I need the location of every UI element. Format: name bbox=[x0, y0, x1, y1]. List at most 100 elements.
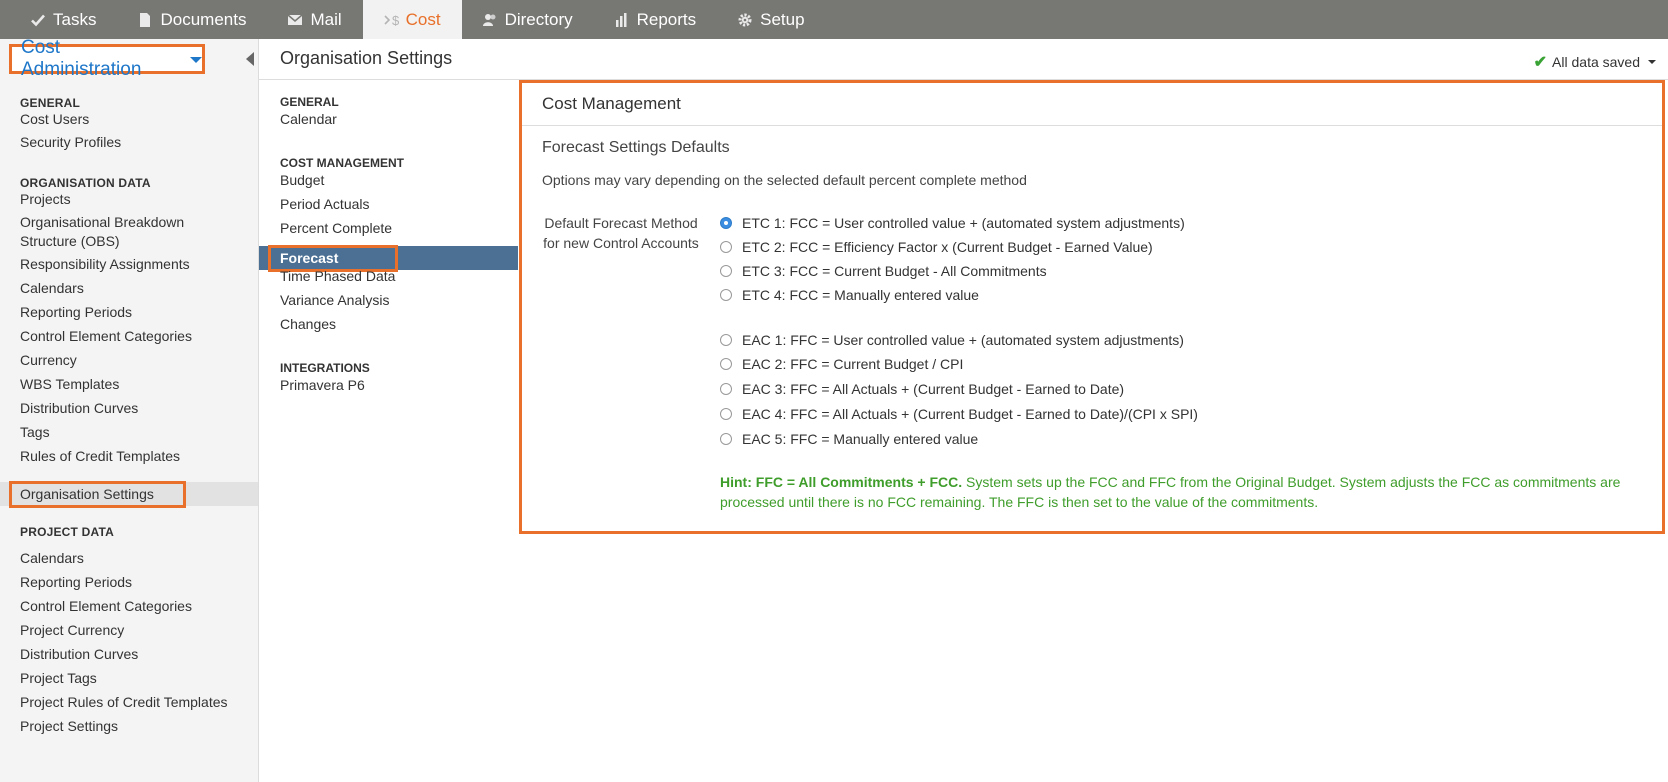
people-icon bbox=[482, 12, 498, 28]
sidebar-item-distribution-curves[interactable]: Distribution Curves bbox=[20, 398, 138, 418]
radio-button-selected[interactable] bbox=[720, 217, 732, 229]
tab-documents[interactable]: Documents bbox=[117, 0, 267, 39]
settings-nav-item-percent-complete[interactable]: Percent Complete bbox=[280, 218, 392, 238]
top-navigation: Tasks Documents Mail $ Cost Directory Re… bbox=[0, 0, 1668, 39]
page-title: Organisation Settings bbox=[280, 48, 453, 68]
tab-cost[interactable]: $ Cost bbox=[362, 0, 462, 39]
radio-option-etc3[interactable]: ETC 3: FCC = Current Budget - All Commit… bbox=[720, 263, 1047, 279]
cost-management-panel: Cost Management Forecast Settings Defaul… bbox=[519, 80, 1665, 534]
envelope-icon bbox=[287, 12, 303, 28]
sidebar-item-obs[interactable]: Organisational Breakdown bbox=[20, 212, 184, 232]
radio-option-eac2[interactable]: EAC 2: FFC = Current Budget / CPI bbox=[720, 356, 963, 372]
radio-option-eac4[interactable]: EAC 4: FFC = All Actuals + (Current Budg… bbox=[720, 406, 1198, 422]
tab-label: Reports bbox=[636, 9, 697, 29]
radio-option-etc1[interactable]: ETC 1: FCC = User controlled value + (au… bbox=[720, 215, 1185, 231]
sidebar-item-project-calendars[interactable]: Calendars bbox=[20, 548, 84, 568]
page-header: Organisation Settings ✔ All data saved bbox=[259, 39, 1668, 80]
tab-directory[interactable]: Directory bbox=[462, 0, 594, 39]
document-icon bbox=[137, 12, 153, 28]
sidebar-item-wbs-templates[interactable]: WBS Templates bbox=[20, 374, 119, 394]
radio-button[interactable] bbox=[720, 433, 732, 445]
tab-mail[interactable]: Mail bbox=[267, 0, 362, 39]
radio-button[interactable] bbox=[720, 408, 732, 420]
sidebar-item-project-currency[interactable]: Project Currency bbox=[20, 620, 124, 640]
caret-down-icon bbox=[1648, 60, 1656, 64]
hint-bold: Hint: FFC = All Commitments + FCC. bbox=[720, 474, 963, 490]
radio-button[interactable] bbox=[720, 358, 732, 370]
radio-button[interactable] bbox=[720, 265, 732, 277]
radio-option-eac5[interactable]: EAC 5: FFC = Manually entered value bbox=[720, 431, 978, 447]
sidebar-item-security-profiles[interactable]: Security Profiles bbox=[20, 132, 121, 152]
tab-label: Setup bbox=[760, 9, 805, 29]
radio-option-label: ETC 4: FCC = Manually entered value bbox=[742, 287, 979, 303]
sidebar-item-currency[interactable]: Currency bbox=[20, 350, 77, 370]
settings-nav-item-variance-analysis[interactable]: Variance Analysis bbox=[280, 290, 389, 310]
tab-setup[interactable]: Setup bbox=[717, 0, 825, 39]
sidebar-section-organisation-data: ORGANISATION DATA bbox=[20, 176, 151, 190]
radio-button[interactable] bbox=[720, 383, 732, 395]
sidebar-item-obs-line2[interactable]: Structure (OBS) bbox=[20, 231, 120, 251]
check-icon bbox=[30, 12, 46, 28]
radio-option-label: EAC 1: FFC = User controlled value + (au… bbox=[742, 332, 1184, 348]
radio-button[interactable] bbox=[720, 334, 732, 346]
sidebar-item-reporting-periods[interactable]: Reporting Periods bbox=[20, 302, 132, 322]
sidebar-section-project-data: PROJECT DATA bbox=[20, 525, 114, 539]
radio-option-eac3[interactable]: EAC 3: FFC = All Actuals + (Current Budg… bbox=[720, 381, 1124, 397]
settings-nav-section-cost-management: COST MANAGEMENT bbox=[280, 156, 404, 170]
chevron-left-icon bbox=[245, 52, 254, 66]
settings-nav-item-primavera-p6[interactable]: Primavera P6 bbox=[280, 375, 365, 395]
sidebar-highlight-box bbox=[9, 481, 186, 508]
sidebar-section-general: GENERAL bbox=[20, 96, 81, 110]
radio-option-etc2[interactable]: ETC 2: FCC = Efficiency Factor x (Curren… bbox=[720, 239, 1153, 255]
save-status-dropdown[interactable]: ✔ All data saved bbox=[1534, 52, 1656, 72]
settings-nav-item-time-phased-data[interactable]: Time Phased Data bbox=[280, 266, 395, 286]
tab-tasks[interactable]: Tasks bbox=[0, 0, 117, 39]
module-dropdown-label: Cost Administration bbox=[21, 37, 142, 80]
sidebar-item-tags[interactable]: Tags bbox=[20, 422, 50, 442]
sidebar-item-project-reporting-periods[interactable]: Reporting Periods bbox=[20, 572, 132, 592]
sidebar-item-calendars[interactable]: Calendars bbox=[20, 278, 84, 298]
tab-reports[interactable]: Reports bbox=[594, 0, 718, 39]
radio-option-label: ETC 2: FCC = Efficiency Factor x (Curren… bbox=[742, 239, 1153, 255]
settings-nav-item-changes[interactable]: Changes bbox=[280, 314, 336, 334]
section-description: Options may vary depending on the select… bbox=[542, 172, 1027, 188]
radio-option-label: ETC 1: FCC = User controlled value + (au… bbox=[742, 215, 1185, 231]
tab-label: Cost bbox=[405, 9, 441, 29]
tab-label: Tasks bbox=[53, 9, 97, 29]
sidebar-item-control-element-categories[interactable]: Control Element Categories bbox=[20, 326, 192, 346]
bar-chart-icon bbox=[614, 12, 630, 28]
sidebar-item-rules-of-credit-templates[interactable]: Rules of Credit Templates bbox=[20, 446, 180, 466]
radio-option-label: EAC 2: FFC = Current Budget / CPI bbox=[742, 356, 964, 372]
radio-option-label: EAC 3: FFC = All Actuals + (Current Budg… bbox=[742, 381, 1125, 397]
settings-nav-section-general: GENERAL bbox=[280, 95, 339, 109]
sidebar-item-project-control-element-categories[interactable]: Control Element Categories bbox=[20, 596, 192, 616]
radio-option-label: ETC 3: FCC = Current Budget - All Commit… bbox=[742, 263, 1047, 279]
hint-text: Hint: FFC = All Commitments + FCC. Syste… bbox=[720, 472, 1635, 512]
sidebar-item-projects[interactable]: Projects bbox=[20, 189, 71, 209]
settings-nav-item-budget[interactable]: Budget bbox=[280, 170, 324, 190]
sidebar-item-project-tags[interactable]: Project Tags bbox=[20, 668, 97, 688]
section-subtitle: Forecast Settings Defaults bbox=[542, 139, 730, 156]
sidebar-item-project-distribution-curves[interactable]: Distribution Curves bbox=[20, 644, 138, 664]
collapse-sidebar-button[interactable] bbox=[240, 44, 259, 74]
field-label-line1: Default Forecast Method bbox=[544, 215, 698, 231]
field-label-line2: for new Control Accounts bbox=[543, 235, 699, 251]
tab-label: Documents bbox=[160, 9, 247, 29]
sidebar: Cost Administration GENERAL Cost Users S… bbox=[0, 37, 259, 782]
sidebar-item-responsibility-assignments[interactable]: Responsibility Assignments bbox=[20, 254, 190, 274]
radio-button[interactable] bbox=[720, 289, 732, 301]
radio-option-etc4[interactable]: ETC 4: FCC = Manually entered value bbox=[720, 287, 979, 303]
panel-title: Cost Management bbox=[522, 83, 1662, 126]
caret-down-icon bbox=[190, 57, 202, 63]
radio-option-label: EAC 5: FFC = Manually entered value bbox=[742, 431, 979, 447]
settings-nav-section-integrations: INTEGRATIONS bbox=[280, 361, 370, 375]
radio-option-eac1[interactable]: EAC 1: FFC = User controlled value + (au… bbox=[720, 332, 1184, 348]
module-dropdown-button[interactable]: Cost Administration bbox=[9, 37, 205, 80]
sidebar-item-cost-users[interactable]: Cost Users bbox=[20, 109, 89, 129]
settings-nav-item-period-actuals[interactable]: Period Actuals bbox=[280, 194, 370, 214]
sidebar-item-project-settings[interactable]: Project Settings bbox=[20, 716, 118, 736]
tab-label: Mail bbox=[310, 9, 342, 29]
settings-nav-item-calendar[interactable]: Calendar bbox=[280, 109, 337, 129]
radio-button[interactable] bbox=[720, 241, 732, 253]
sidebar-item-project-rules-of-credit-templates[interactable]: Project Rules of Credit Templates bbox=[20, 692, 228, 712]
